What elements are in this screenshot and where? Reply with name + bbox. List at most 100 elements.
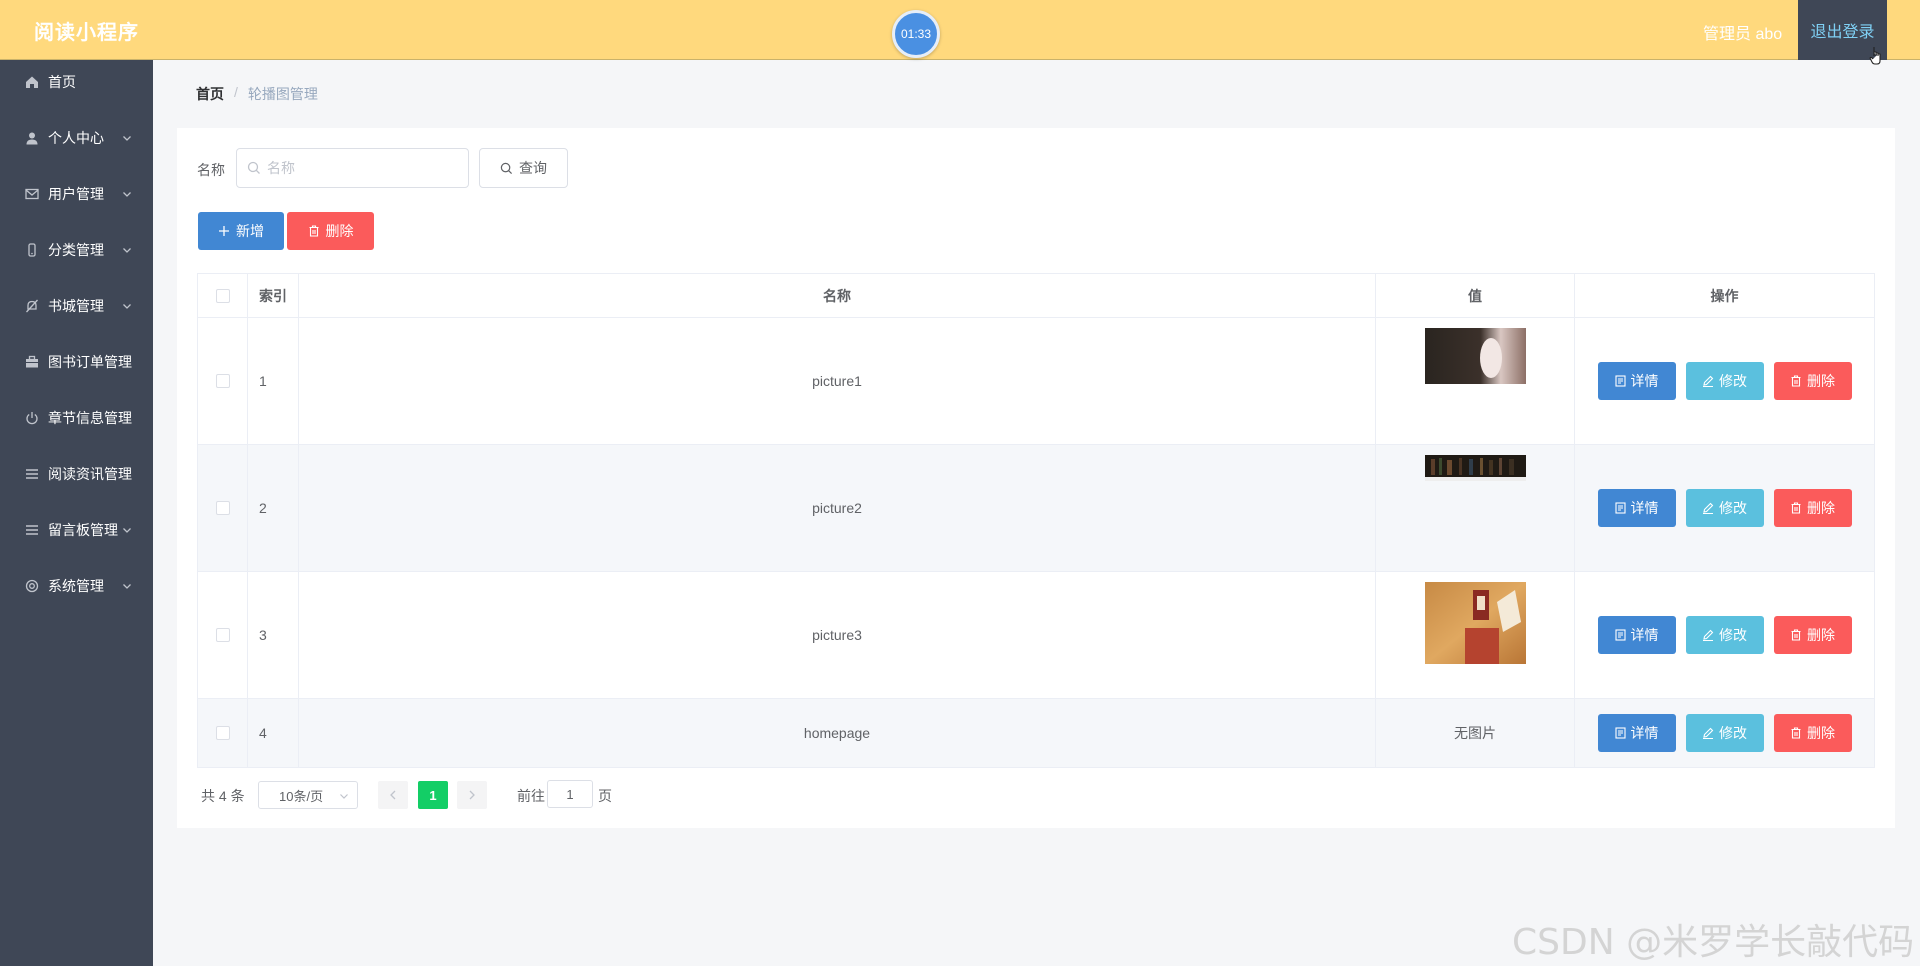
edit-label: 修改 — [1719, 627, 1747, 643]
goto-label: 前往 — [517, 788, 545, 804]
mail-icon — [24, 186, 40, 202]
sidebar: 首页 个人中心 用户管理 分类管理 书城管理 图书订单管理 章节信息管理 阅读资… — [0, 60, 153, 966]
page-suffix: 页 — [598, 788, 612, 804]
trash-icon — [1791, 629, 1801, 641]
delete-button[interactable]: 删除 — [1773, 489, 1852, 527]
sidebar-item-news[interactable]: 阅读资讯管理 — [0, 452, 153, 496]
header-checkbox-cell — [198, 274, 248, 317]
edit-icon — [1703, 727, 1714, 739]
edit-button[interactable]: 修改 — [1685, 362, 1764, 400]
edit-button[interactable]: 修改 — [1685, 616, 1764, 654]
search-field[interactable] — [236, 148, 469, 188]
chevron-down-icon — [123, 248, 131, 253]
top-bar: 阅读小程序 01:33 管理员 abo 退出登录 — [0, 0, 1920, 65]
row-checkbox[interactable] — [215, 726, 230, 740]
add-button-label: 新增 — [236, 223, 264, 239]
search-input[interactable] — [267, 150, 457, 186]
sidebar-item-label: 用户管理 — [48, 186, 104, 202]
sidebar-item-label: 系统管理 — [48, 578, 104, 594]
row-ops: 详情 修改 删除 — [1575, 445, 1874, 571]
row-name: homepage — [299, 699, 1376, 767]
chevron-down-icon — [123, 584, 131, 589]
document-icon — [1614, 727, 1626, 739]
breadcrumb: 首页 / 轮播图管理 — [196, 84, 318, 104]
edit-button[interactable]: 修改 — [1685, 489, 1764, 527]
pagination-total: 共 4 条 — [201, 788, 245, 804]
edit-label: 修改 — [1719, 500, 1747, 516]
sidebar-item-system[interactable]: 系统管理 — [0, 564, 153, 608]
search-icon — [500, 162, 513, 174]
sidebar-item-profile[interactable]: 个人中心 — [0, 116, 153, 160]
detail-button[interactable]: 详情 — [1597, 714, 1676, 752]
detail-button[interactable]: 详情 — [1597, 616, 1676, 654]
page-size-select[interactable]: 10条/页 — [258, 781, 358, 809]
row-ops: 详情 修改 删除 — [1575, 699, 1874, 767]
select-all-checkbox[interactable] — [215, 288, 230, 303]
row-checkbox-cell — [198, 572, 248, 698]
breadcrumb-home[interactable]: 首页 — [196, 84, 224, 104]
row-checkbox-cell — [198, 699, 248, 767]
detail-button[interactable]: 详情 — [1597, 362, 1676, 400]
add-button[interactable]: 新增 — [198, 212, 284, 250]
delete-label: 删除 — [1807, 373, 1835, 389]
detail-button[interactable]: 详情 — [1597, 489, 1676, 527]
row-index: 2 — [248, 445, 299, 571]
table-row: 4 homepage 无图片 详情 修改 删除 — [198, 699, 1874, 767]
row-checkbox[interactable] — [215, 628, 230, 642]
delete-label: 删除 — [1807, 725, 1835, 741]
row-checkbox[interactable] — [215, 501, 230, 515]
row-name: picture1 — [299, 318, 1376, 444]
row-value: 无图片 — [1376, 699, 1575, 767]
delete-button[interactable]: 删除 — [1773, 714, 1852, 752]
row-checkbox-cell — [198, 445, 248, 571]
row-index: 3 — [248, 572, 299, 698]
detail-label: 详情 — [1630, 500, 1659, 516]
carousel-image-2 — [1425, 455, 1526, 481]
delete-button[interactable]: 删除 — [1773, 616, 1852, 654]
delete-label: 删除 — [1807, 627, 1835, 643]
edit-icon — [1703, 502, 1714, 514]
sidebar-item-label: 章节信息管理 — [48, 410, 132, 426]
header-name: 名称 — [299, 274, 1376, 317]
sidebar-item-users[interactable]: 用户管理 — [0, 172, 153, 216]
search-icon — [247, 161, 260, 174]
edit-button[interactable]: 修改 — [1685, 714, 1764, 752]
sidebar-item-home[interactable]: 首页 — [0, 60, 153, 104]
row-ops: 详情 修改 删除 — [1575, 572, 1874, 698]
query-button[interactable]: 查询 — [479, 148, 568, 188]
query-button-label: 查询 — [519, 160, 547, 176]
chevron-down-icon — [123, 136, 131, 141]
document-icon — [1614, 502, 1626, 514]
goto-page-input[interactable] — [547, 780, 593, 808]
chevron-down-icon — [123, 304, 131, 309]
table-row: 3 picture3 详情 修改 删除 — [198, 572, 1874, 699]
sidebar-item-label: 留言板管理 — [48, 522, 118, 538]
data-table: 索引 名称 值 操作 1 picture1 详情 修改 删除 2 picture… — [197, 273, 1875, 768]
row-index: 1 — [248, 318, 299, 444]
trash-icon — [1791, 375, 1801, 387]
carousel-image-3 — [1425, 582, 1526, 668]
sidebar-item-chapters[interactable]: 章节信息管理 — [0, 396, 153, 440]
delete-label: 删除 — [1807, 500, 1835, 516]
sidebar-item-orders[interactable]: 图书订单管理 — [0, 340, 153, 384]
sidebar-item-category[interactable]: 分类管理 — [0, 228, 153, 272]
row-ops: 详情 修改 删除 — [1575, 318, 1874, 444]
page-number-current[interactable]: 1 — [418, 781, 448, 809]
briefcase-icon — [24, 354, 40, 370]
edit-icon — [1703, 629, 1714, 641]
watermark: CSDN @米罗学长敲代码 — [1512, 922, 1915, 963]
next-page-button[interactable] — [457, 781, 487, 809]
row-index: 4 — [248, 699, 299, 767]
edit-label: 修改 — [1719, 373, 1747, 389]
batch-delete-button[interactable]: 删除 — [287, 212, 374, 250]
delete-button[interactable]: 删除 — [1773, 362, 1852, 400]
prev-page-button[interactable] — [378, 781, 408, 809]
sidebar-item-bookstore[interactable]: 书城管理 — [0, 284, 153, 328]
power-icon — [24, 410, 40, 426]
row-checkbox[interactable] — [215, 374, 230, 388]
sidebar-item-messages[interactable]: 留言板管理 — [0, 508, 153, 552]
sidebar-item-label: 书城管理 — [48, 298, 104, 314]
header-ops: 操作 — [1710, 287, 1739, 304]
chevron-down-icon — [123, 192, 131, 197]
chevron-down-icon — [123, 528, 131, 533]
